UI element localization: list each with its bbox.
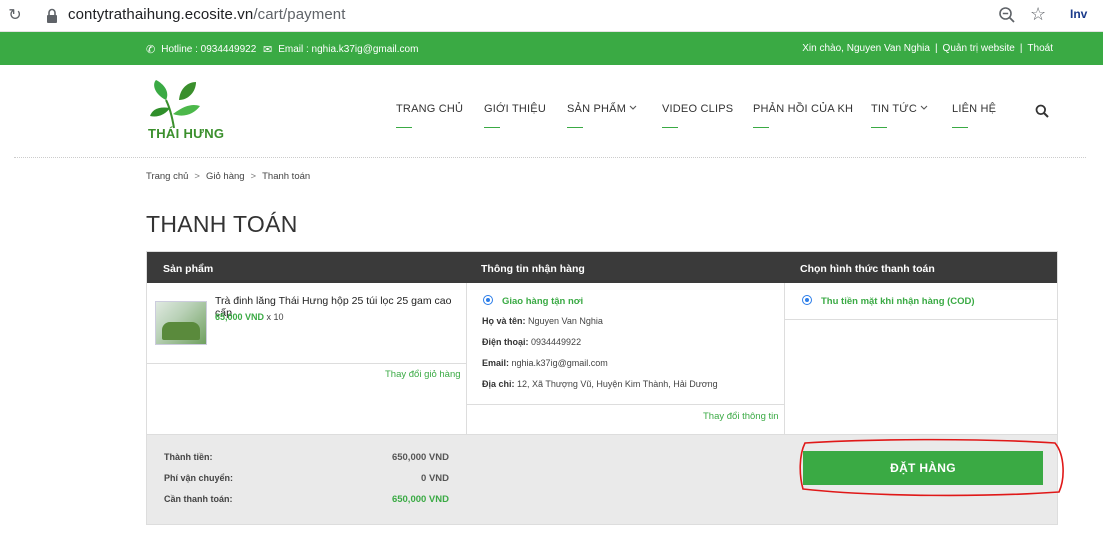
checkout-panel: Sản phẩm Thông tin nhận hàng Chọn hình t… [146, 251, 1058, 525]
breadcrumb: Trang chủ > Giỏ hàng > Thanh toán [146, 171, 310, 182]
top-bar: ✆ Hotline : 0934449922 ✉ Email : nghia.k… [0, 32, 1103, 65]
name-label: Họ và tên: [482, 316, 526, 326]
separator: | [934, 43, 938, 54]
browser-bar: ↻ contytrathaihung.ecosite.vn/cart/payme… [0, 0, 1103, 32]
nav-underline [484, 127, 500, 128]
nav-item-feedback[interactable]: PHẢN HỒI CỦA KH [753, 103, 854, 128]
nav-label: TRANG CHỦ [396, 103, 464, 115]
nav-underline [952, 127, 968, 128]
product-quantity: x 10 [266, 312, 284, 322]
nav-label: SẢN PHẨM [567, 103, 627, 115]
separator: | [1019, 43, 1023, 54]
breadcrumb-cart[interactable]: Giỏ hàng [206, 171, 245, 182]
breadcrumb-home[interactable]: Trang chủ [146, 171, 188, 182]
search-icon[interactable] [1035, 104, 1049, 118]
main-nav: TRANG CHỦ GIỚI THIỆU SẢN PHẨM VIDEO CLIP… [0, 103, 1103, 133]
breadcrumb-separator: > [250, 171, 257, 182]
product-price-line: 65,000 VND x 10 [215, 312, 284, 322]
nav-label: LIÊN HỆ [952, 103, 997, 115]
header-divider [14, 157, 1086, 158]
phone-value: 0934449922 [531, 337, 582, 347]
extension-button[interactable]: Inv [1070, 7, 1087, 21]
subtotal-amount: 650,000 VND [391, 452, 449, 463]
address-bar[interactable]: contytrathaihung.ecosite.vn/cart/payment [68, 6, 346, 23]
phone-label: Điện thoại: [482, 337, 529, 347]
chevron-down-icon [920, 105, 928, 110]
nav-underline [662, 127, 678, 128]
shipping-option-label[interactable]: Giao hàng tận nơi [502, 296, 583, 307]
nav-item-video[interactable]: VIDEO CLIPS [662, 103, 734, 128]
shipping-column: Giao hàng tận nơi Họ và tên: Nguyen Van … [466, 283, 785, 434]
email-text: Email : nghia.k37ig@gmail.com [278, 44, 419, 55]
nav-item-news[interactable]: TIN TỨC [871, 103, 928, 128]
divider [467, 404, 784, 405]
nav-label: TIN TỨC [871, 103, 918, 115]
breadcrumb-separator: > [194, 171, 200, 182]
place-order-button[interactable]: ĐẶT HÀNG [803, 451, 1043, 485]
reload-icon[interactable]: ↻ [6, 7, 24, 25]
total-label: Cần thanh toán: [164, 494, 233, 504]
shipping-fee-label: Phí vận chuyển: [164, 473, 234, 483]
divider [785, 319, 1057, 320]
order-summary: Thành tiền: 650,000 VND Phí vận chuyển: … [147, 434, 1057, 524]
checkout-header: Sản phẩm Thông tin nhận hàng Chọn hình t… [147, 252, 1057, 283]
chevron-down-icon [629, 105, 637, 110]
header-shipping: Thông tin nhận hàng [481, 263, 585, 275]
subtotal-label: Thành tiền: [164, 452, 213, 462]
greeting: Xin chào, Nguyen Van Nghia [802, 43, 930, 54]
nav-label: PHẢN HỒI CỦA KH [753, 103, 854, 115]
recipient-address: Địa chỉ: 12, Xã Thượng Vũ, Huyện Kim Thà… [482, 379, 718, 389]
address-label: Địa chỉ: [482, 379, 515, 389]
change-info-link[interactable]: Thay đổi thông tin [703, 411, 779, 422]
total-amount: 650,000 VND [391, 494, 449, 505]
bookmark-star-icon[interactable]: ☆ [1030, 4, 1046, 25]
logout-link[interactable]: Thoát [1027, 43, 1053, 54]
payment-column: Thu tiền mặt khi nhận hàng (COD) [785, 283, 1057, 434]
lock-icon[interactable] [46, 8, 58, 24]
recipient-name: Họ và tên: Nguyen Van Nghia [482, 316, 603, 326]
nav-item-products[interactable]: SẢN PHẨM [567, 103, 637, 128]
url-domain: contytrathaihung.ecosite.vn [68, 6, 254, 23]
phone-icon: ✆ [146, 44, 156, 56]
name-value: Nguyen Van Nghia [528, 316, 603, 326]
payment-radio[interactable] [802, 295, 812, 305]
nav-label: GIỚI THIỆU [484, 103, 546, 115]
address-value: 12, Xã Thượng Vũ, Huyện Kim Thành, Hải D… [517, 379, 718, 389]
nav-item-home[interactable]: TRANG CHỦ [396, 103, 464, 128]
page-title: THANH TOÁN [146, 211, 298, 237]
product-image[interactable] [155, 301, 207, 345]
admin-link[interactable]: Quản trị website [943, 43, 1015, 54]
email-value: nghia.k37ig@gmail.com [511, 358, 608, 368]
header-payment: Chọn hình thức thanh toán [800, 263, 935, 275]
nav-underline [396, 127, 412, 128]
url-path: /cart/payment [253, 6, 346, 23]
hotline-text: Hotline : 0934449922 [161, 44, 257, 55]
hotline: ✆ Hotline : 0934449922 [146, 43, 256, 56]
breadcrumb-current: Thanh toán [262, 171, 311, 182]
nav-underline [567, 127, 583, 128]
change-cart-link[interactable]: Thay đổi giỏ hàng [385, 369, 461, 380]
header-products: Sản phẩm [163, 263, 214, 275]
nav-item-contact[interactable]: LIÊN HỆ [952, 103, 997, 128]
divider [147, 363, 466, 364]
envelope-icon: ✉ [263, 44, 273, 56]
nav-underline [871, 127, 887, 128]
zoom-out-icon[interactable] [998, 6, 1016, 24]
product-price: 65,000 VND [215, 312, 265, 322]
recipient-phone: Điện thoại: 0934449922 [482, 337, 581, 347]
email-contact: ✉ Email : nghia.k37ig@gmail.com [263, 43, 418, 56]
account-links: Xin chào, Nguyen Van Nghia | Quản trị webs… [802, 43, 1053, 54]
nav-underline [753, 127, 769, 128]
nav-label: VIDEO CLIPS [662, 103, 734, 115]
email-label: Email: [482, 358, 510, 368]
shipping-fee-amount: 0 VND [421, 473, 449, 484]
products-column: Trà đinh lăng Thái Hưng hộp 25 túi lọc 2… [147, 283, 466, 434]
recipient-email: Email: nghia.k37ig@gmail.com [482, 358, 608, 368]
shipping-radio[interactable] [483, 295, 493, 305]
payment-option-label[interactable]: Thu tiền mặt khi nhận hàng (COD) [821, 296, 975, 307]
nav-item-about[interactable]: GIỚI THIỆU [484, 103, 546, 128]
